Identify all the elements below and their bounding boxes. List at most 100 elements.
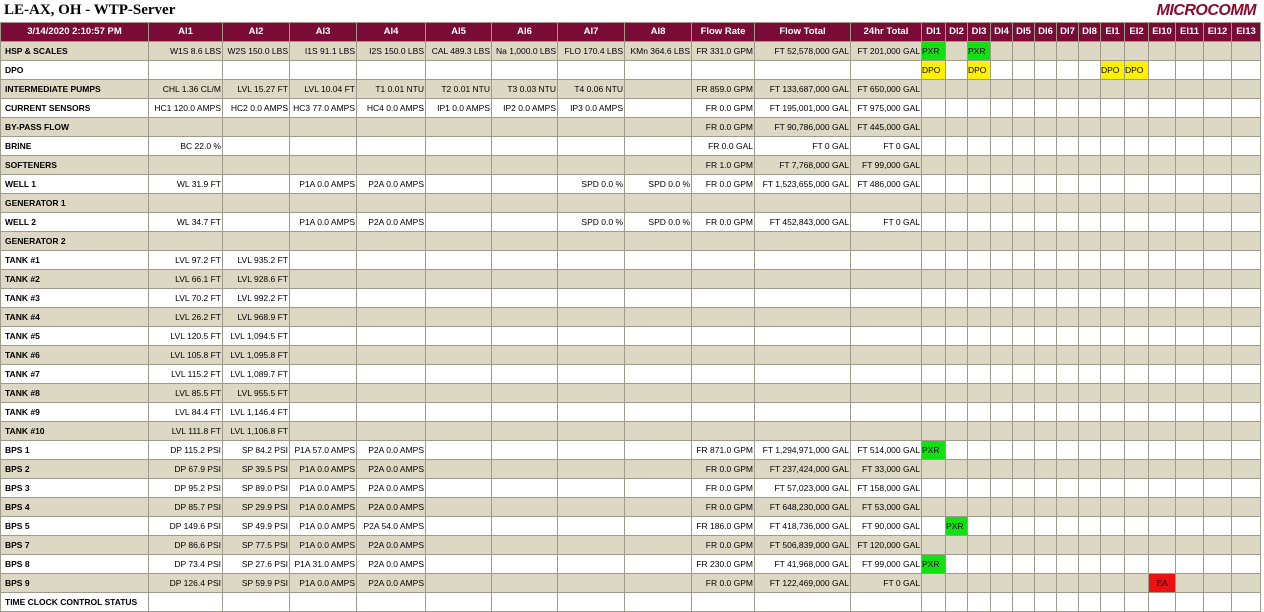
value-cell: [557, 364, 625, 384]
value-cell: [425, 554, 492, 574]
value-cell: [754, 288, 851, 308]
indicator-cell: [1100, 79, 1125, 99]
row-label: BPS 8: [0, 554, 149, 574]
value-cell: [691, 326, 755, 346]
table-row: TANK #1 LVL 97.2 FT LVL 935.2 FT: [0, 250, 1261, 270]
indicator-cell: [1100, 41, 1125, 61]
indicator-cell: [1231, 592, 1261, 612]
indicator-cell: [1124, 193, 1149, 213]
value-cell: P2A 0.0 AMPS: [356, 497, 426, 517]
value-cell: [850, 250, 922, 270]
value-cell: [491, 212, 558, 232]
table-row: TANK #4 LVL 26.2 FT LVL 968.9 FT: [0, 307, 1261, 327]
value-cell: T2 0.01 NTU: [425, 79, 492, 99]
value-cell: CHL 1.36 CL/M: [148, 79, 223, 99]
indicator-cell: [967, 326, 991, 346]
indicator-cell: [921, 459, 946, 479]
indicator-cell: [1100, 459, 1125, 479]
value-cell: P2A 0.0 AMPS: [356, 440, 426, 460]
indicator-cell: [921, 345, 946, 365]
table-row: BPS 1 DP 115.2 PSI SP 84.2 PSI P1A 57.0 AMP…: [0, 440, 1261, 460]
indicator-cell: [1124, 440, 1149, 460]
indicator-cell: DPO: [921, 60, 946, 80]
column-header-25: EI13: [1231, 22, 1261, 42]
indicator-cell: [1012, 345, 1035, 365]
indicator-cell: [1078, 307, 1101, 327]
value-cell: WL 31.9 FT: [148, 174, 223, 194]
value-cell: [356, 345, 426, 365]
indicator-cell: [945, 345, 968, 365]
value-cell: [850, 402, 922, 422]
value-cell: [148, 193, 223, 213]
indicator-cell: [945, 136, 968, 156]
value-cell: LVL 1,146.4 FT: [222, 402, 290, 422]
indicator-cell: [1012, 41, 1035, 61]
indicator-cell: [990, 364, 1013, 384]
indicator-cell: [1012, 174, 1035, 194]
indicator-cell: [1231, 326, 1261, 346]
indicator-cell: [1034, 478, 1057, 498]
table-row: TANK #3 LVL 70.2 FT LVL 992.2 FT: [0, 288, 1261, 308]
table-row: BRINE BC 22.0 % FR 0.0 GAL FT 0 GAL FT 0 GAL: [0, 136, 1261, 156]
value-cell: [425, 573, 492, 593]
indicator-cell: [990, 136, 1013, 156]
indicator-cell: [1231, 402, 1261, 422]
indicator-cell: [1078, 345, 1101, 365]
indicator-cell: [1148, 98, 1176, 118]
value-cell: [289, 345, 357, 365]
value-cell: FR 0.0 GPM: [691, 98, 755, 118]
indicator-cell: [1034, 364, 1057, 384]
indicator-cell: [1078, 155, 1101, 175]
indicator-cell: [1231, 231, 1261, 251]
table-row: TIME CLOCK CONTROL STATUS: [0, 592, 1261, 612]
value-cell: [425, 174, 492, 194]
indicator-cell: [1100, 592, 1125, 612]
value-cell: WL 34.7 FT: [148, 212, 223, 232]
row-label: INTERMEDIATE PUMPS: [0, 79, 149, 99]
indicator-cell: [1056, 307, 1079, 327]
indicator-cell: [921, 174, 946, 194]
indicator-cell: [921, 573, 946, 593]
value-cell: [624, 497, 692, 517]
indicator-cell: [1124, 79, 1149, 99]
indicator-cell: [1203, 554, 1232, 574]
indicator-cell: [1078, 269, 1101, 289]
indicator-cell: [1231, 383, 1261, 403]
value-cell: [754, 269, 851, 289]
value-cell: [425, 193, 492, 213]
indicator-cell: [967, 440, 991, 460]
value-cell: P1A 31.0 AMPS: [289, 554, 357, 574]
indicator-cell: [1148, 535, 1176, 555]
indicator-cell: [1203, 592, 1232, 612]
indicator-cell: [990, 155, 1013, 175]
indicator-cell: [1078, 516, 1101, 536]
value-cell: [850, 231, 922, 251]
indicator-cell: [1078, 250, 1101, 270]
value-cell: FT 99,000 GAL: [850, 554, 922, 574]
indicator-cell: [1034, 231, 1057, 251]
value-cell: FR 859.0 GPM: [691, 79, 755, 99]
indicator-cell: [1056, 250, 1079, 270]
value-cell: LVL 992.2 FT: [222, 288, 290, 308]
indicator-cell: [967, 516, 991, 536]
value-cell: LVL 1,095.8 FT: [222, 345, 290, 365]
indicator-cell: [1124, 516, 1149, 536]
indicator-cell: [1034, 41, 1057, 61]
indicator-cell: [990, 231, 1013, 251]
scada-page: LE-AX, OH - WTP-Server MICROCOMM 3/14/20…: [0, 0, 1264, 612]
indicator-cell: [1056, 440, 1079, 460]
value-cell: [557, 326, 625, 346]
value-cell: P2A 54.0 AMPS: [356, 516, 426, 536]
value-cell: [491, 288, 558, 308]
indicator-cell: [1231, 516, 1261, 536]
value-cell: [289, 269, 357, 289]
row-label: GENERATOR 2: [0, 231, 149, 251]
indicator-cell: [1203, 269, 1232, 289]
indicator-cell: [921, 402, 946, 422]
indicator-cell: [1012, 364, 1035, 384]
value-cell: FT 41,968,000 GAL: [754, 554, 851, 574]
row-label: TANK #8: [0, 383, 149, 403]
indicator-cell: [945, 79, 968, 99]
value-cell: SP 84.2 PSI: [222, 440, 290, 460]
indicator-cell: [1175, 459, 1204, 479]
